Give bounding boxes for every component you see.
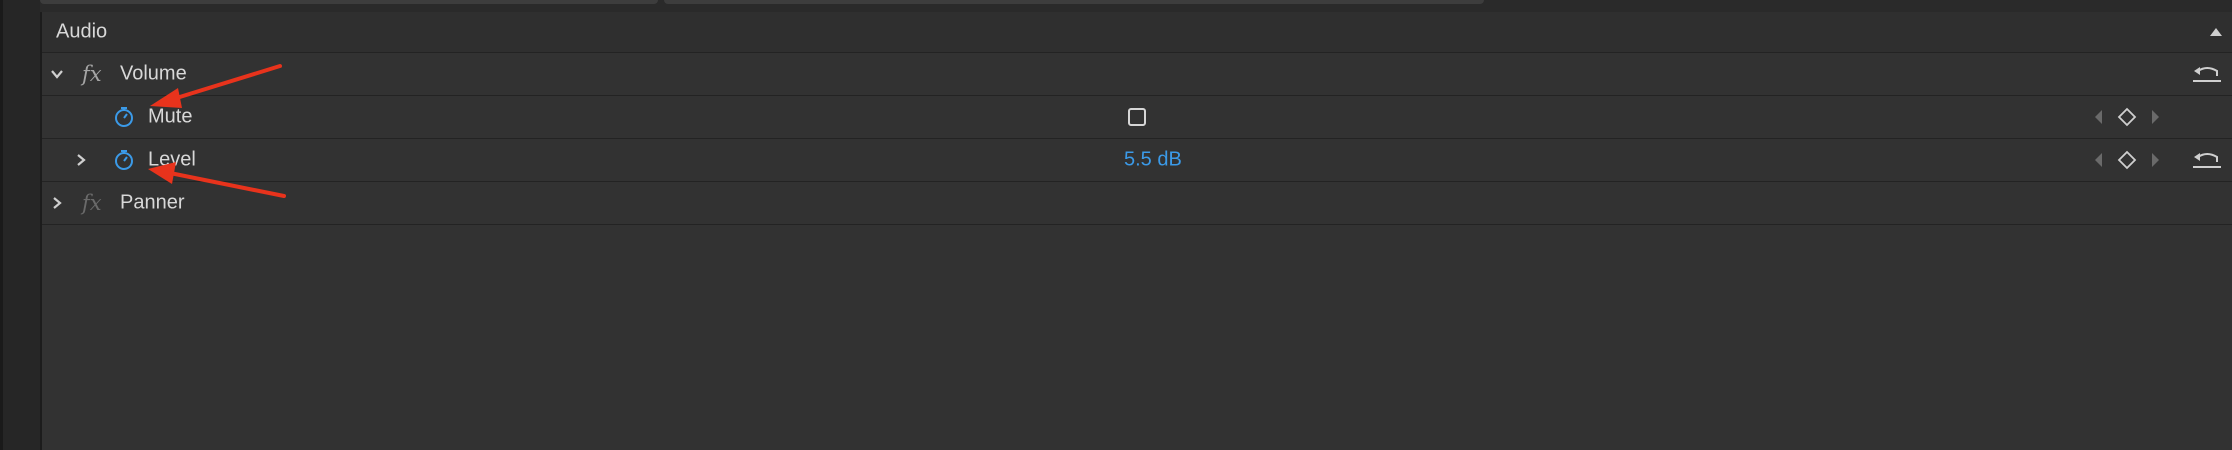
top-tab-left[interactable] [40,0,658,4]
section-title: Audio [56,20,108,43]
chevron-right-icon[interactable] [50,196,64,210]
keyframe-add-icon [2117,150,2137,170]
mute-checkbox[interactable] [1128,108,1146,126]
top-tab-right[interactable] [664,0,1484,4]
effect-name: Panner [120,191,185,214]
fx-icon[interactable]: fx [82,62,102,86]
gutter-edge [0,0,3,450]
stopwatch-icon[interactable] [112,148,136,172]
stopwatch-icon[interactable] [112,105,136,129]
effect-name: Volume [120,62,187,85]
param-label: Level [148,148,196,171]
keyframe-prev-icon [2095,153,2102,167]
effect-row-volume[interactable]: fx Volume [42,53,2232,96]
reset-icon[interactable] [2190,148,2224,172]
fx-icon[interactable]: fx [82,191,102,215]
reset-icon[interactable] [2190,62,2224,86]
left-gutter [0,0,42,450]
keyframe-add-icon [2117,107,2137,127]
audio-section-header[interactable]: Audio [42,12,2232,53]
chevron-down-icon[interactable] [50,67,64,81]
empty-panel-area [42,225,2232,450]
chevron-right-icon[interactable] [74,153,88,167]
param-row-mute: Mute [42,96,2232,139]
keyframe-navigator [2087,106,2167,128]
effect-row-panner[interactable]: fx Panner [42,182,2232,225]
collapse-triangle-icon[interactable] [2208,26,2224,38]
effect-controls-panel: Audio fx Volume Mute Level 5.5 dB fx Pan… [42,12,2232,450]
keyframe-next-icon [2152,110,2159,124]
level-value[interactable]: 5.5 dB [1124,149,1182,172]
keyframe-navigator [2087,149,2167,171]
param-label: Mute [148,105,193,128]
keyframe-prev-icon [2095,110,2102,124]
keyframe-next-icon [2152,153,2159,167]
param-row-level: Level 5.5 dB [42,139,2232,182]
